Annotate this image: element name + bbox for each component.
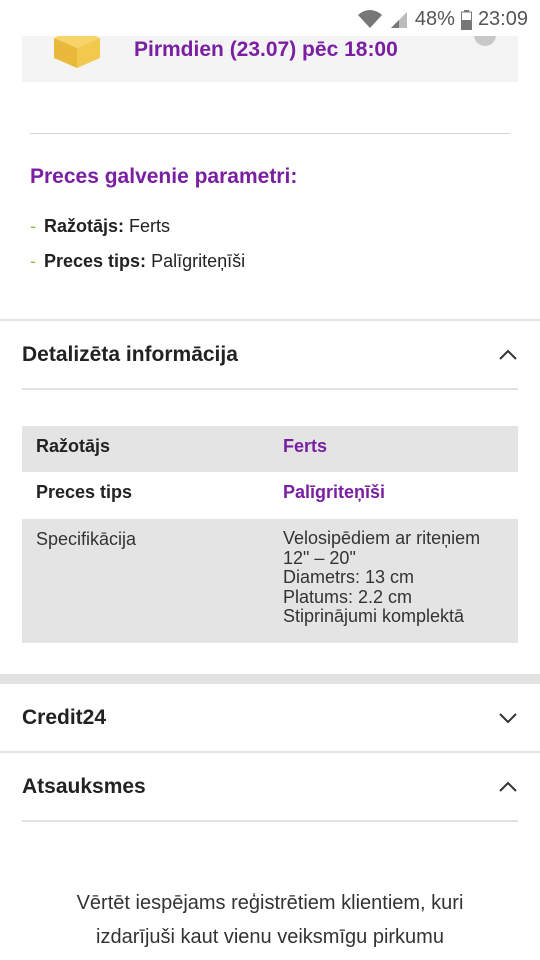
param-value: Ferts <box>129 216 171 236</box>
param-key: Ražotājs: <box>44 216 125 236</box>
spec-line: Stiprinājumi komplektā <box>283 606 465 626</box>
delivery-date: Pirmdien (23.07) pēc 18:00 <box>134 38 398 61</box>
status-bar: 48% 23:09 <box>0 0 540 36</box>
param-value: Palīgriteņīši <box>151 251 246 271</box>
specification-value: Velosipēdiem ar riteņiem 12" – 20" Diame… <box>270 519 518 643</box>
table-cell-key: Preces tips <box>36 482 133 502</box>
divider <box>22 388 518 390</box>
credit-header[interactable]: Credit24 <box>22 693 518 743</box>
manufacturer-link[interactable]: Ferts <box>270 426 518 472</box>
bullet-dash: - <box>30 251 36 271</box>
section-separator <box>0 751 540 753</box>
bullet-dash: - <box>30 216 36 236</box>
spec-line: Diametrs: 13 cm <box>283 567 415 587</box>
clock: 23:09 <box>477 8 528 30</box>
spec-line: Velosipēdiem ar riteņiem <box>283 528 481 548</box>
chevron-up-icon[interactable] <box>498 781 518 793</box>
chevron-up-icon[interactable] <box>498 349 518 361</box>
list-item: - Preces tips: Palīgriteņīši <box>30 244 245 279</box>
chevron-down-icon[interactable] <box>498 712 518 724</box>
battery-icon <box>460 9 472 30</box>
list-item: - Ražotājs: Ferts <box>30 209 245 244</box>
details-header[interactable]: Detalizēta informācija <box>22 330 518 380</box>
spec-line: Platums: 2.2 cm <box>283 586 413 607</box>
note-line: Vērtēt iespējams reģistrētiem klientiem,… <box>76 892 464 914</box>
table-row: Ražotājs Ferts <box>22 426 518 472</box>
reviews-note: Vērtēt iespējams reģistrētiem klientiem,… <box>0 886 540 954</box>
table-cell-key: Ražotājs <box>36 436 111 456</box>
table-row: Specifikācija Velosipēdiem ar riteņiem 1… <box>22 519 518 643</box>
reviews-header[interactable]: Atsauksmes <box>22 762 518 812</box>
details-title: Detalizēta informācija <box>22 343 238 366</box>
spec-table: Ražotājs Ferts Preces tips Palīgriteņīši… <box>22 426 518 643</box>
note-line: izdarījuši kaut vienu veiksmīgu pirkumu <box>96 926 444 948</box>
wifi-icon <box>357 9 382 28</box>
main-params-title: Preces galvenie parametri: <box>30 165 298 188</box>
battery-percent: 48% <box>414 8 455 30</box>
table-row: Preces tips Palīgriteņīši <box>22 472 518 519</box>
divider <box>30 133 510 134</box>
reviews-title: Atsauksmes <box>22 775 146 798</box>
table-cell-key: Specifikācija <box>36 529 137 549</box>
param-key: Preces tips: <box>44 251 147 271</box>
product-type-link[interactable]: Palīgriteņīši <box>270 472 518 519</box>
main-params-list: - Ražotājs: Ferts - Preces tips: Palīgri… <box>30 209 245 279</box>
credit-title: Credit24 <box>22 706 107 729</box>
status-indicators: 48% 23:09 <box>357 8 528 31</box>
section-separator <box>0 674 540 684</box>
divider <box>22 820 518 822</box>
spec-line: 12" – 20" <box>283 547 356 568</box>
section-separator <box>0 319 540 321</box>
signal-icon <box>390 11 407 28</box>
